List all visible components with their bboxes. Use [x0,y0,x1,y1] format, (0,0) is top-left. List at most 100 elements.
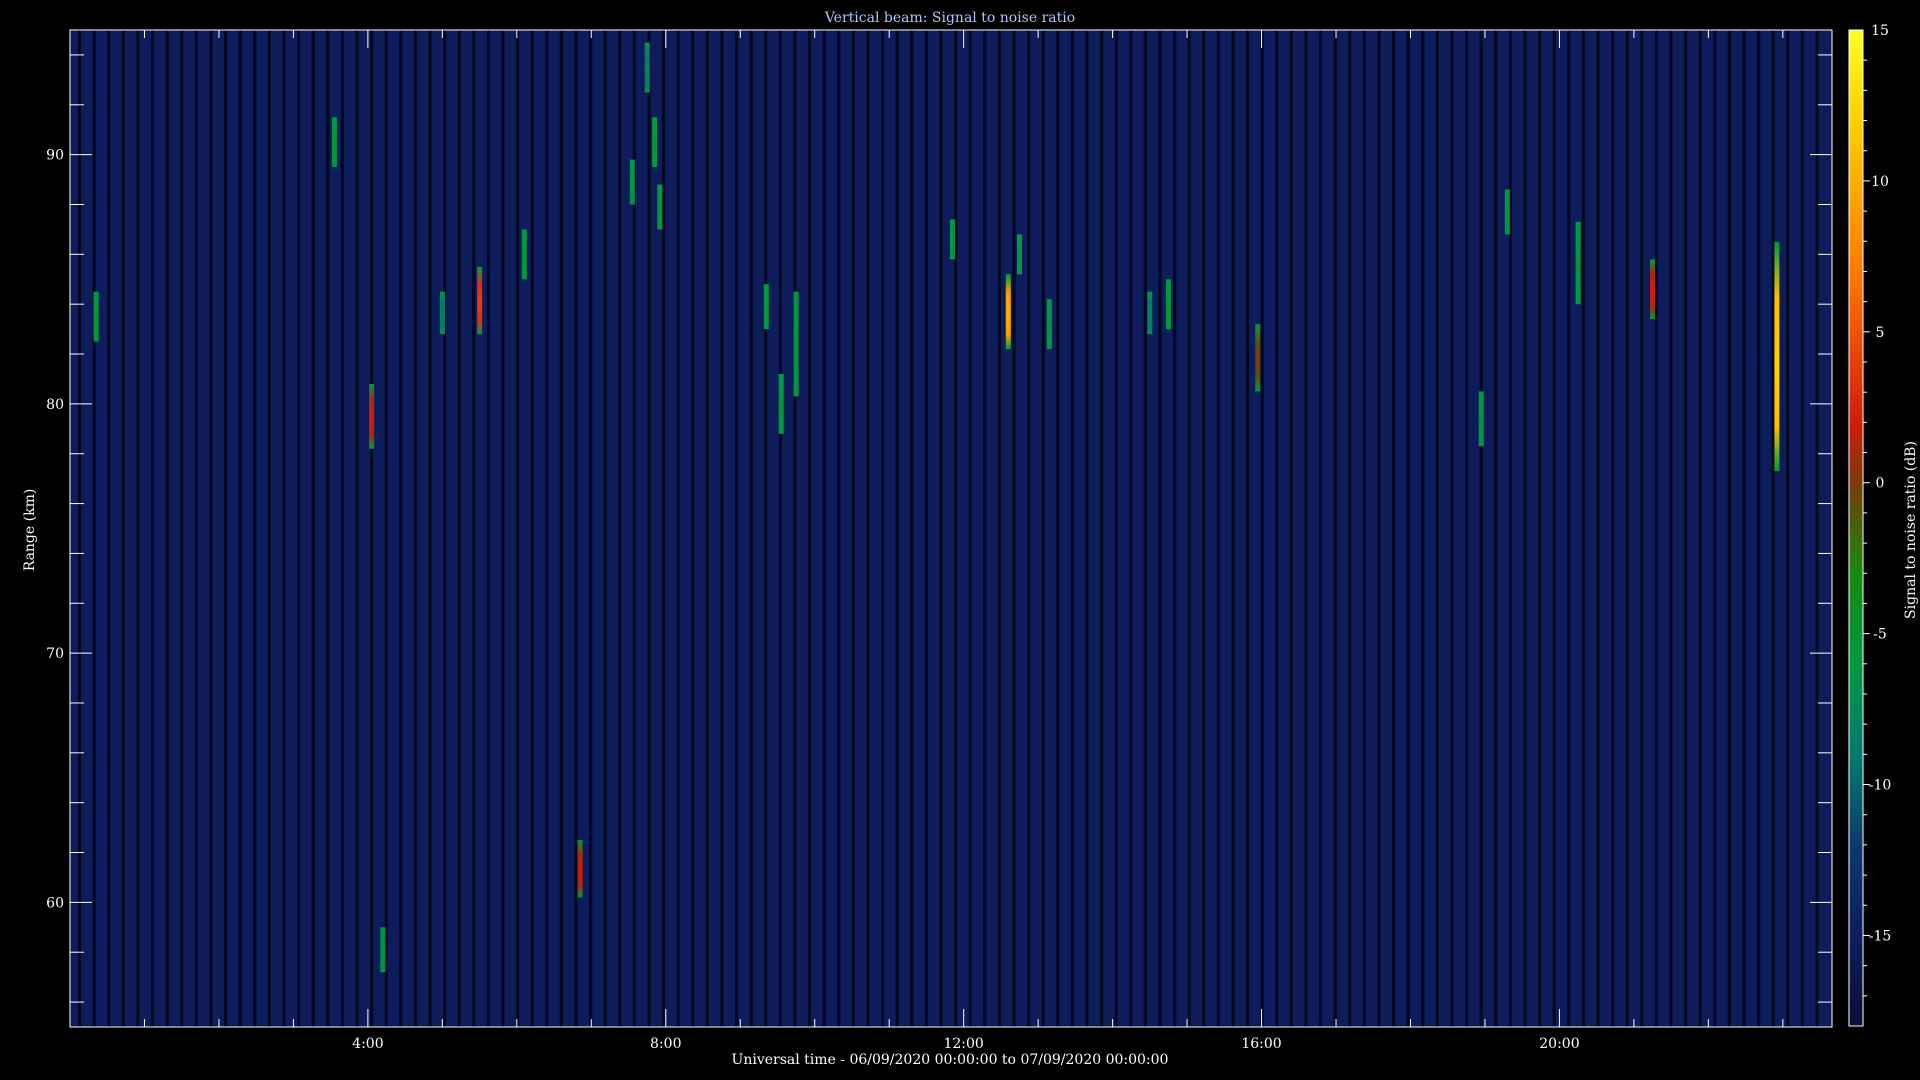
echo-bar [1478,391,1484,447]
time-gap-stripe [1727,30,1731,1027]
time-gap-stripe [1187,30,1191,1027]
time-gap-stripe [1800,30,1804,1027]
time-gap-stripe [1348,30,1352,1027]
time-gap-stripe [1158,30,1162,1027]
time-gap-stripe [1450,30,1454,1027]
echo-bar [793,291,799,397]
time-gap-stripe [1567,30,1571,1027]
time-gap-stripe [224,30,228,1027]
x-tick-label: 4:00 [352,1036,383,1052]
colorbar-tick-label: -15 [1869,928,1892,944]
echo-event [331,117,337,167]
time-gap-stripe [78,30,82,1027]
echo-event [629,159,635,205]
time-gap-stripe [151,30,155,1027]
time-gap-stripe [267,30,271,1027]
echo-bar [644,42,650,93]
time-gap-stripe [1757,30,1761,1027]
time-gap-stripe [1713,30,1717,1027]
time-gap-stripe [1435,30,1439,1027]
colorbar-tick-label: -10 [1869,778,1892,794]
time-gap-stripe [1538,30,1542,1027]
time-gap-stripe [1581,30,1585,1027]
time-gap-stripe [618,30,622,1027]
time-gap-stripe [1669,30,1673,1027]
colorbar-tick-label: 0 [1876,476,1885,492]
time-gap-stripe [968,30,972,1027]
echo-event [369,383,375,449]
colorbar-label: Signal to noise ratio (dB) [1903,441,1919,619]
echo-bar [93,291,99,342]
time-gap-stripe [194,30,198,1027]
time-gap-stripe [1771,30,1775,1027]
colorbar-tick-label: 5 [1876,325,1885,341]
echo-event [521,229,527,280]
time-gap-stripe [1333,30,1337,1027]
time-gap-stripe [1698,30,1702,1027]
time-gap-stripe [895,30,899,1027]
echo-event [652,117,658,167]
time-gap-stripe [808,30,812,1027]
time-gap-stripe [720,30,724,1027]
echo-event [1575,221,1581,305]
time-gap-stripe [1041,30,1045,1027]
echo-bar [1575,221,1581,305]
time-gap-stripe [1552,30,1556,1027]
time-gap-stripe [866,30,870,1027]
echo-event [477,266,483,335]
time-gap-stripe [1377,30,1381,1027]
echo-bar [652,117,658,167]
echo-bar [1046,299,1052,350]
time-gap-stripe [1523,30,1527,1027]
echo-bar [1147,291,1153,335]
time-gap-stripe [1202,30,1206,1027]
time-gap-stripe [1465,30,1469,1027]
time-gap-stripe [881,30,885,1027]
echo-event [1255,324,1261,392]
time-gap-stripe [180,30,184,1027]
echo-bar [577,840,583,898]
time-gap-stripe [92,30,96,1027]
time-gap-stripe [1479,30,1483,1027]
x-tick-label: 8:00 [650,1036,681,1052]
time-gap-stripe [297,30,301,1027]
y-tick-label: 90 [46,148,64,164]
time-gap-stripe [1625,30,1629,1027]
echo-bar [1017,234,1022,275]
colorbar-tick-label: 15 [1871,23,1889,39]
echo-event [1017,234,1022,275]
time-gap-stripe [1289,30,1293,1027]
y-tick-label: 70 [46,646,64,662]
time-gap-stripe [238,30,242,1027]
echo-event [1478,391,1484,447]
y-axis-label: Range (km) [22,489,38,572]
time-gap-stripe [370,30,374,1027]
time-gap-stripe [1143,30,1147,1027]
time-gap-stripe [545,30,549,1027]
echo-event [577,840,583,898]
time-gap-stripe [924,30,928,1027]
time-gap-stripe [1406,30,1410,1027]
colorbar-tick-label: -5 [1873,627,1887,643]
time-gap-stripe [749,30,753,1027]
time-gap-stripe [1085,30,1089,1027]
time-gap-stripe [413,30,417,1027]
echo-bar [1255,324,1261,392]
x-tick-label: 12:00 [943,1036,983,1052]
time-gap-stripe [1494,30,1498,1027]
echo-bar [477,266,483,335]
echo-event [1046,299,1052,350]
time-gap-stripe [486,30,490,1027]
time-gap-stripe [457,30,461,1027]
time-gap-stripe [253,30,257,1027]
echo-event [950,219,955,260]
echo-bar [1166,279,1171,330]
x-tick-label: 20:00 [1539,1036,1579,1052]
time-gap-stripe [384,30,388,1027]
time-gap-stripe [778,30,782,1027]
time-gap-stripe [1129,30,1133,1027]
time-gap-stripe [209,30,213,1027]
echo-bar [629,159,635,205]
time-gap-stripe [1173,30,1177,1027]
colorbar-gradient [1848,29,1864,1027]
